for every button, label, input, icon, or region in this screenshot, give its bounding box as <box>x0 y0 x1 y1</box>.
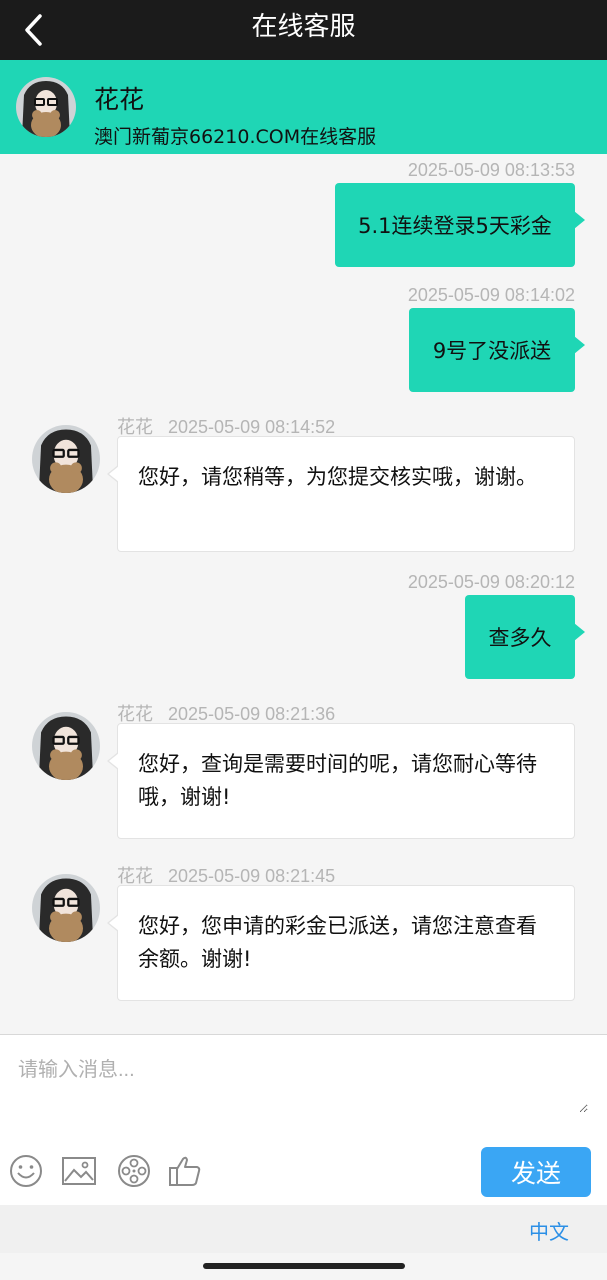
incoming-message: 您好，请您稍等，为您提交核实哦，谢谢。 <box>107 436 575 552</box>
outgoing-message: 9号了没派送 <box>409 308 585 392</box>
agent-avatar <box>32 425 100 493</box>
message-timestamp: 2025-05-09 08:14:52 <box>168 417 336 437</box>
message-text: 5.1连续登录5天彩金 <box>358 214 552 238</box>
image-icon[interactable] <box>61 1153 97 1189</box>
sender-name: 花花 <box>117 704 153 724</box>
message-text: 查多久 <box>488 626 552 650</box>
agent-subtitle: 澳门新葡京66210.COM在线客服 <box>94 126 377 148</box>
agent-avatar <box>32 874 100 942</box>
outgoing-message: 5.1连续登录5天彩金 <box>335 183 585 267</box>
agent-avatar <box>32 712 100 780</box>
agent-name: 花花 <box>94 85 145 114</box>
message-timestamp: 2025-05-09 08:13:53 <box>407 160 575 180</box>
top-bar: 在线客服 <box>0 0 607 60</box>
sender-name: 花花 <box>117 866 153 886</box>
thumbs-up-icon[interactable] <box>167 1153 203 1189</box>
incoming-message: 您好，查询是需要时间的呢，请您耐心等待哦，谢谢! <box>107 723 575 839</box>
film-reel-icon[interactable] <box>116 1153 152 1189</box>
send-button[interactable]: 发送 <box>481 1147 591 1197</box>
agent-avatar <box>16 77 76 137</box>
message-timestamp: 2025-05-09 08:21:36 <box>168 704 336 724</box>
message-text: 您好，查询是需要时间的呢，请您耐心等待哦，谢谢! <box>138 752 537 809</box>
page-title: 在线客服 <box>251 12 356 42</box>
message-text: 9号了没派送 <box>432 339 552 363</box>
agent-header: 花花 澳门新葡京66210.COM在线客服 <box>0 60 607 154</box>
outgoing-message: 查多久 <box>465 595 585 679</box>
message-timestamp: 2025-05-09 08:21:45 <box>168 866 336 886</box>
message-timestamp: 2025-05-09 08:20:12 <box>407 572 575 592</box>
message-input[interactable] <box>18 1053 588 1113</box>
chat-area[interactable]: 2025-05-09 08:13:53 5.1连续登录5天彩金 2025-05-… <box>0 154 607 1034</box>
incoming-message: 您好，您申请的彩金已派送，请您注意查看余额。谢谢! <box>107 885 575 1001</box>
message-timestamp: 2025-05-09 08:14:02 <box>407 285 575 305</box>
emoji-icon[interactable] <box>8 1153 44 1189</box>
composer: 发送 <box>0 1034 607 1205</box>
sender-name: 花花 <box>117 417 153 437</box>
message-text: 您好，请您稍等，为您提交核实哦，谢谢。 <box>138 465 537 489</box>
message-text: 您好，您申请的彩金已派送，请您注意查看余额。谢谢! <box>138 914 537 971</box>
language-bar: 中文 <box>0 1205 607 1253</box>
home-indicator[interactable] <box>203 1263 405 1269</box>
language-switch[interactable]: 中文 <box>529 1216 569 1245</box>
